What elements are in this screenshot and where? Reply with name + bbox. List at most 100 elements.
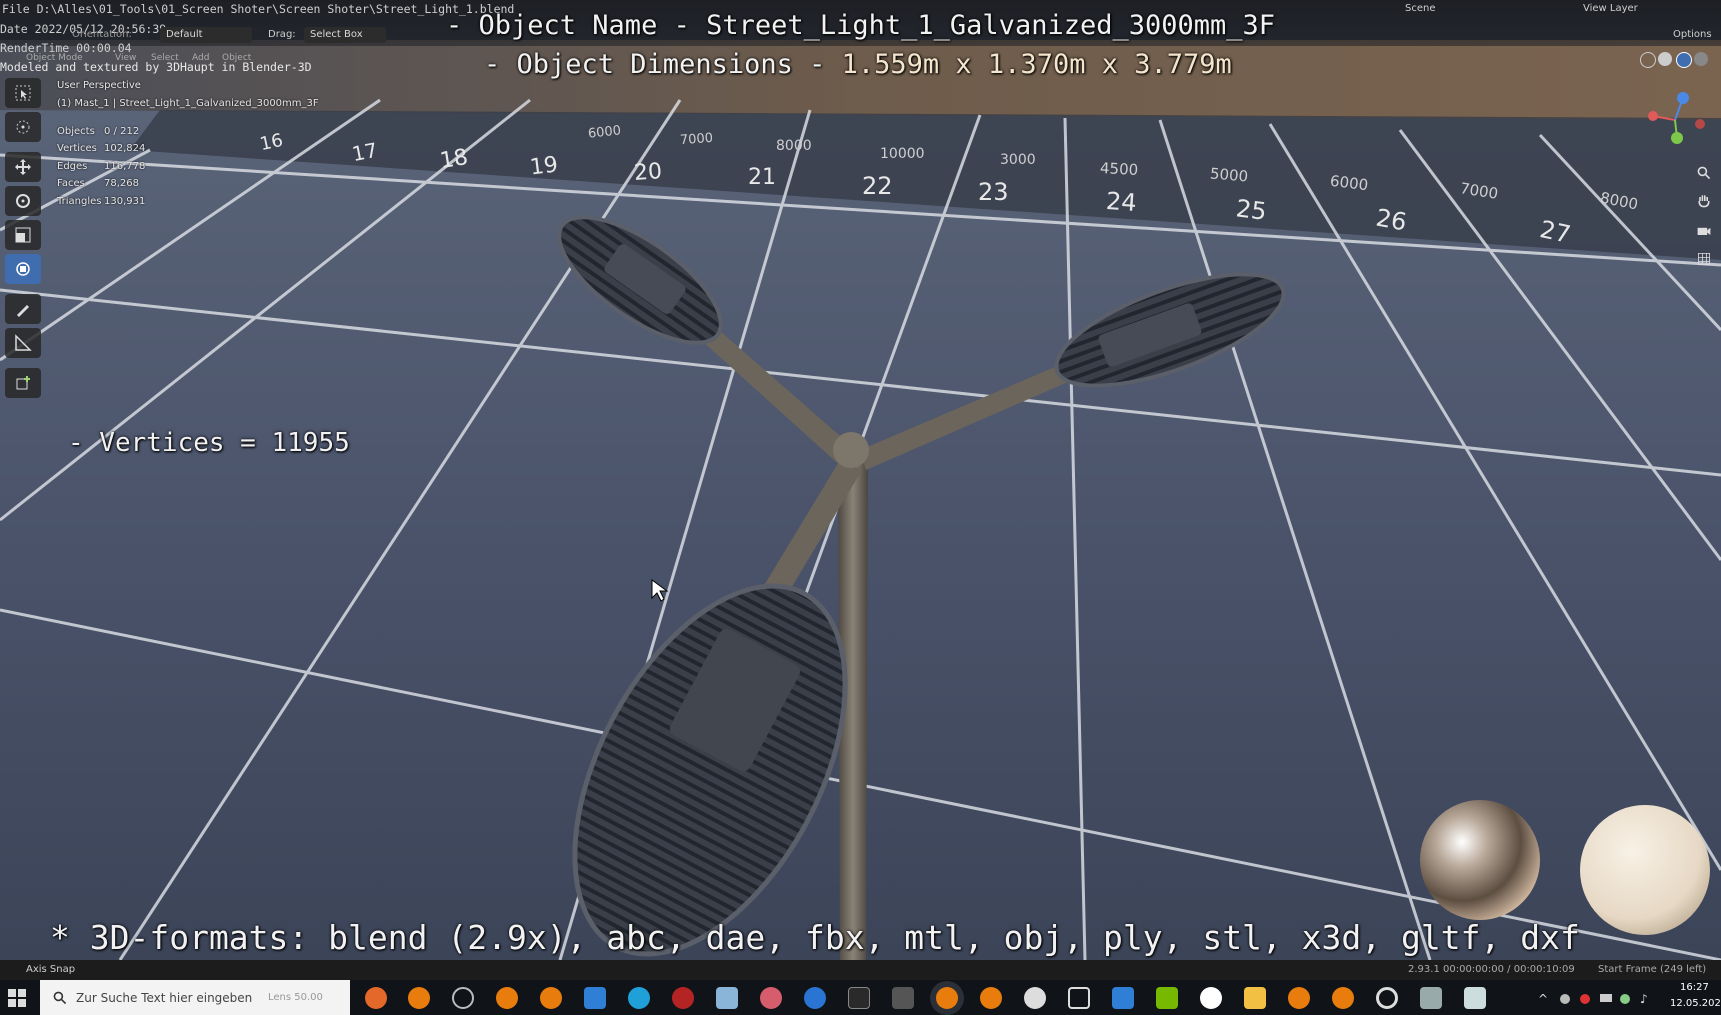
grid-mm: 7000 xyxy=(679,130,714,149)
pencil-icon xyxy=(17,305,29,317)
menu-object[interactable]: Object xyxy=(222,53,251,63)
cube-icon[interactable] xyxy=(1068,987,1090,1009)
grid-number: 23 xyxy=(978,178,1009,206)
clock-time: 16:27 xyxy=(1680,982,1709,993)
rotate-tool-button[interactable] xyxy=(5,186,41,216)
app-icon[interactable] xyxy=(760,987,782,1009)
transform-tool-button[interactable] xyxy=(5,254,41,284)
speaker-icon[interactable]: ♪ xyxy=(1640,992,1648,1006)
view-layer-label[interactable]: View Layer xyxy=(1583,3,1638,14)
cursor-tool-button[interactable] xyxy=(5,112,41,142)
grid-number: 17 xyxy=(349,137,380,167)
blender-icon[interactable] xyxy=(408,987,430,1009)
app-icon[interactable] xyxy=(804,987,826,1009)
navigation-gizmo[interactable] xyxy=(1645,90,1705,150)
menu-view[interactable]: View xyxy=(115,53,136,63)
ortho-toggle-button[interactable] xyxy=(1693,248,1715,270)
solid-shading-icon[interactable] xyxy=(1658,52,1672,66)
3d-viewport[interactable]: 16 17 18 19 20 21 22 23 24 25 26 27 6000… xyxy=(0,0,1721,960)
object-mode-dropdown[interactable]: Object Mode xyxy=(26,53,83,63)
perspective-label: User Perspective xyxy=(57,80,141,91)
menu-add[interactable]: Add xyxy=(192,53,209,63)
grid-number: 19 xyxy=(528,152,560,181)
grid-mm: 8000 xyxy=(776,138,812,154)
grid-mm: 5000 xyxy=(1209,164,1249,186)
grid-mm: 10000 xyxy=(880,146,925,162)
grid-mm: 3000 xyxy=(1000,152,1036,168)
add-cube-tool-button[interactable] xyxy=(5,368,41,398)
blender-icon[interactable] xyxy=(540,987,562,1009)
scale-icon xyxy=(15,227,31,243)
search-placeholder: Zur Suche Text hier eingeben xyxy=(76,991,253,1005)
security-icon[interactable] xyxy=(1580,994,1590,1004)
stat-edges-label: Edges xyxy=(57,161,88,172)
tray-icons[interactable]: ^ ♪ xyxy=(1538,992,1658,1006)
app-icon[interactable] xyxy=(1464,987,1486,1009)
status-version: 2.93.1 00:00:00:00 / 00:00:10:09 xyxy=(1408,964,1575,975)
rendered-shading-icon[interactable] xyxy=(1694,52,1708,66)
object-name-title: - Object Name - Street_Light_1_Galvanize… xyxy=(446,10,1276,41)
stat-vertices-value: 102,824 xyxy=(104,143,146,154)
select-box-icon xyxy=(15,85,31,101)
grid-number: 18 xyxy=(438,144,470,175)
blender-icon[interactable] xyxy=(1288,987,1310,1009)
rotate-icon xyxy=(16,194,30,208)
menu-select[interactable]: Select xyxy=(151,53,179,63)
options-button[interactable]: Options xyxy=(1673,29,1712,40)
folder-icon[interactable] xyxy=(1244,987,1266,1009)
ruler-icon xyxy=(15,334,32,351)
formats-note: * 3D-formats: blend (2.9x), abc, dae, fb… xyxy=(50,918,1580,957)
orientation-label: Orientation: xyxy=(72,29,132,40)
settings-gear-icon[interactable] xyxy=(1376,987,1398,1009)
app-icon[interactable] xyxy=(1420,987,1442,1009)
battery-icon[interactable] xyxy=(1600,994,1612,1002)
scale-tool-button[interactable] xyxy=(5,220,41,250)
grid-number: 26 xyxy=(1373,203,1409,237)
select-tool-button[interactable] xyxy=(5,78,41,108)
wireframe-shading-icon[interactable] xyxy=(1640,52,1656,68)
grid-number: 25 xyxy=(1234,194,1269,226)
annotate-tool-button[interactable] xyxy=(5,294,41,324)
hand-icon xyxy=(1698,195,1710,208)
panda-icon[interactable] xyxy=(1024,987,1046,1009)
stat-triangles-value: 130,931 xyxy=(104,196,146,207)
stat-vertices-label: Vertices xyxy=(57,143,97,154)
move-tool-button[interactable] xyxy=(5,152,41,182)
grid-number: 22 xyxy=(862,172,893,200)
chevron-up-icon[interactable]: ^ xyxy=(1538,992,1548,1006)
pan-button[interactable] xyxy=(1693,190,1715,212)
app-icon[interactable] xyxy=(1200,987,1222,1009)
wifi-icon[interactable] xyxy=(1620,994,1630,1004)
blender-icon[interactable] xyxy=(980,987,1002,1009)
stat-edges-value: 116,778 xyxy=(104,161,146,172)
nvidia-icon[interactable] xyxy=(1156,987,1178,1009)
measure-tool-button[interactable] xyxy=(5,328,41,358)
firefox-icon[interactable] xyxy=(365,987,387,1009)
calendar-icon[interactable] xyxy=(1112,987,1134,1009)
blender-icon[interactable] xyxy=(496,987,518,1009)
terminal-icon[interactable] xyxy=(848,987,870,1009)
orientation-dropdown[interactable]: Default xyxy=(160,27,252,43)
app-icon[interactable] xyxy=(892,987,914,1009)
edge-icon[interactable] xyxy=(628,987,650,1009)
viewport-scene xyxy=(0,40,1721,960)
clock-date: 12.05.2022 xyxy=(1670,998,1721,1009)
drag-dropdown[interactable]: Select Box xyxy=(304,27,386,43)
camera-view-button[interactable] xyxy=(1693,220,1715,242)
lens-text: Lens 50.00 xyxy=(268,992,323,1003)
drag-label: Drag: xyxy=(268,29,296,40)
material-shading-icon[interactable] xyxy=(1676,52,1692,68)
network-icon[interactable] xyxy=(1560,994,1570,1004)
add-cube-icon xyxy=(16,376,30,390)
notepad-icon[interactable] xyxy=(716,987,738,1009)
scene-label[interactable]: Scene xyxy=(1405,3,1436,14)
app-icon[interactable] xyxy=(672,987,694,1009)
mail-icon[interactable] xyxy=(584,987,606,1009)
zoom-button[interactable] xyxy=(1693,162,1715,184)
blender-icon[interactable] xyxy=(1332,987,1354,1009)
cursor-icon xyxy=(16,120,30,134)
blender-active-icon[interactable] xyxy=(936,987,958,1009)
stat-objects-label: Objects xyxy=(57,126,95,137)
app-icon[interactable] xyxy=(452,987,474,1009)
start-button[interactable] xyxy=(8,989,26,1007)
